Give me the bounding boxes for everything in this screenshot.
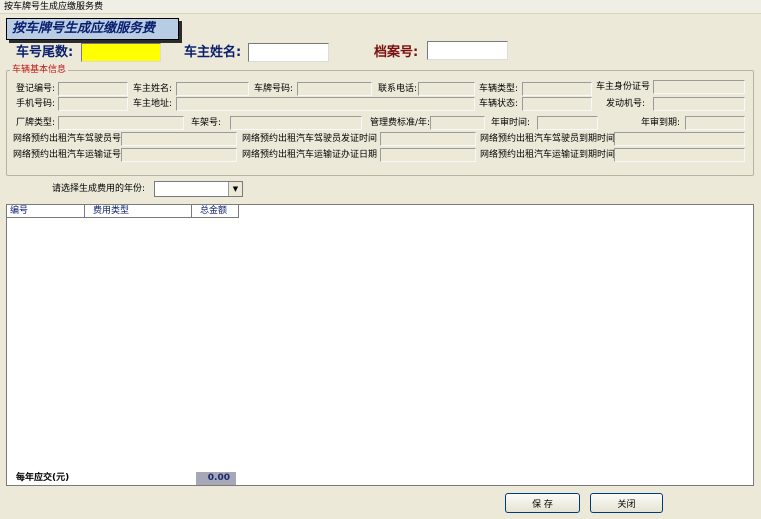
- brand-type-field: [58, 116, 184, 130]
- owner-name-input[interactable]: [248, 43, 329, 62]
- plate-tail-input[interactable]: [81, 43, 161, 62]
- driver-issue-field: [380, 132, 476, 146]
- transport-issue-label: 网络预约出租汽车运输证办证日期: [242, 150, 378, 160]
- frame-no-field: [230, 116, 362, 130]
- chevron-down-icon[interactable]: ▼: [228, 182, 242, 196]
- owner-name-info-label: 车主姓名:: [133, 84, 173, 94]
- save-button[interactable]: 保 存: [505, 493, 580, 513]
- close-button[interactable]: 关闭: [590, 493, 663, 513]
- plate-no-field: [297, 82, 372, 96]
- plate-tail-label: 车号尾数:: [16, 45, 74, 60]
- engine-no-label: 发动机号:: [606, 99, 646, 109]
- inspect-time-label: 年审时间:: [491, 118, 531, 128]
- address-label: 车主地址:: [133, 99, 173, 109]
- driver-no-field: [121, 132, 237, 146]
- id-no-label: 车主身份证号: [596, 82, 651, 92]
- annual-due-label: 每年应交(元): [16, 473, 70, 483]
- mobile-field: [58, 97, 128, 111]
- column-header-total[interactable]: 总金额: [192, 205, 239, 218]
- vehicle-info-legend: 车辆基本信息: [10, 65, 69, 76]
- engine-no-field: [653, 97, 745, 111]
- vehicle-type-label: 车辆类型:: [479, 84, 519, 94]
- reg-no-field: [58, 82, 128, 96]
- phone-label: 联系电话:: [378, 84, 418, 94]
- year-select-label: 请选择生成费用的年份:: [52, 184, 146, 194]
- inspect-due-field: [685, 116, 745, 130]
- brand-type-label: 厂牌类型:: [16, 118, 56, 128]
- vehicle-status-field: [522, 97, 592, 111]
- transport-no-field: [121, 148, 237, 162]
- inspect-time-field: [537, 116, 598, 130]
- mgmt-fee-field: [430, 116, 485, 130]
- window-title: 按车牌号生成应缴服务费: [0, 0, 761, 14]
- address-field: [176, 97, 475, 111]
- transport-expire-label: 网络预约出租汽车运输证到期时间: [480, 150, 616, 160]
- page-banner: 按车牌号生成应缴服务费: [6, 18, 179, 40]
- driver-no-label: 网络预约出租汽车驾驶员号: [13, 134, 122, 144]
- driver-issue-label: 网络预约出租汽车驾驶员发证时间: [242, 134, 378, 144]
- vehicle-status-label: 车辆状态:: [479, 99, 519, 109]
- mgmt-fee-label: 管理费标准/年:: [370, 118, 431, 128]
- transport-expire-field: [614, 148, 745, 162]
- phone-field: [418, 82, 475, 96]
- transport-no-label: 网络预约出租汽车运输证号: [13, 150, 122, 160]
- reg-no-label: 登记编号:: [16, 84, 56, 94]
- mobile-label: 手机号码:: [16, 99, 56, 109]
- vehicle-type-field: [522, 82, 592, 96]
- fee-grid[interactable]: 编号 费用类型 总金额: [6, 204, 754, 486]
- id-no-field: [653, 80, 745, 94]
- column-header-fee-type[interactable]: 费用类型: [85, 205, 192, 218]
- frame-no-label: 车架号:: [191, 118, 222, 128]
- column-header-id[interactable]: 编号: [7, 205, 85, 218]
- annual-due-value: 0.00: [196, 472, 236, 485]
- transport-issue-field: [380, 148, 476, 162]
- driver-expire-field: [614, 132, 745, 146]
- plate-no-label: 车牌号码:: [254, 84, 294, 94]
- file-no-label: 档案号:: [374, 45, 419, 60]
- inspect-due-label: 年审到期:: [641, 118, 681, 128]
- year-select[interactable]: ▼: [154, 181, 243, 197]
- owner-name-info-field: [176, 82, 249, 96]
- year-select-value: [155, 182, 228, 196]
- driver-expire-label: 网络预约出租汽车驾驶员到期时间: [480, 134, 616, 144]
- file-no-input[interactable]: [427, 41, 508, 60]
- owner-name-label: 车主姓名:: [184, 45, 242, 60]
